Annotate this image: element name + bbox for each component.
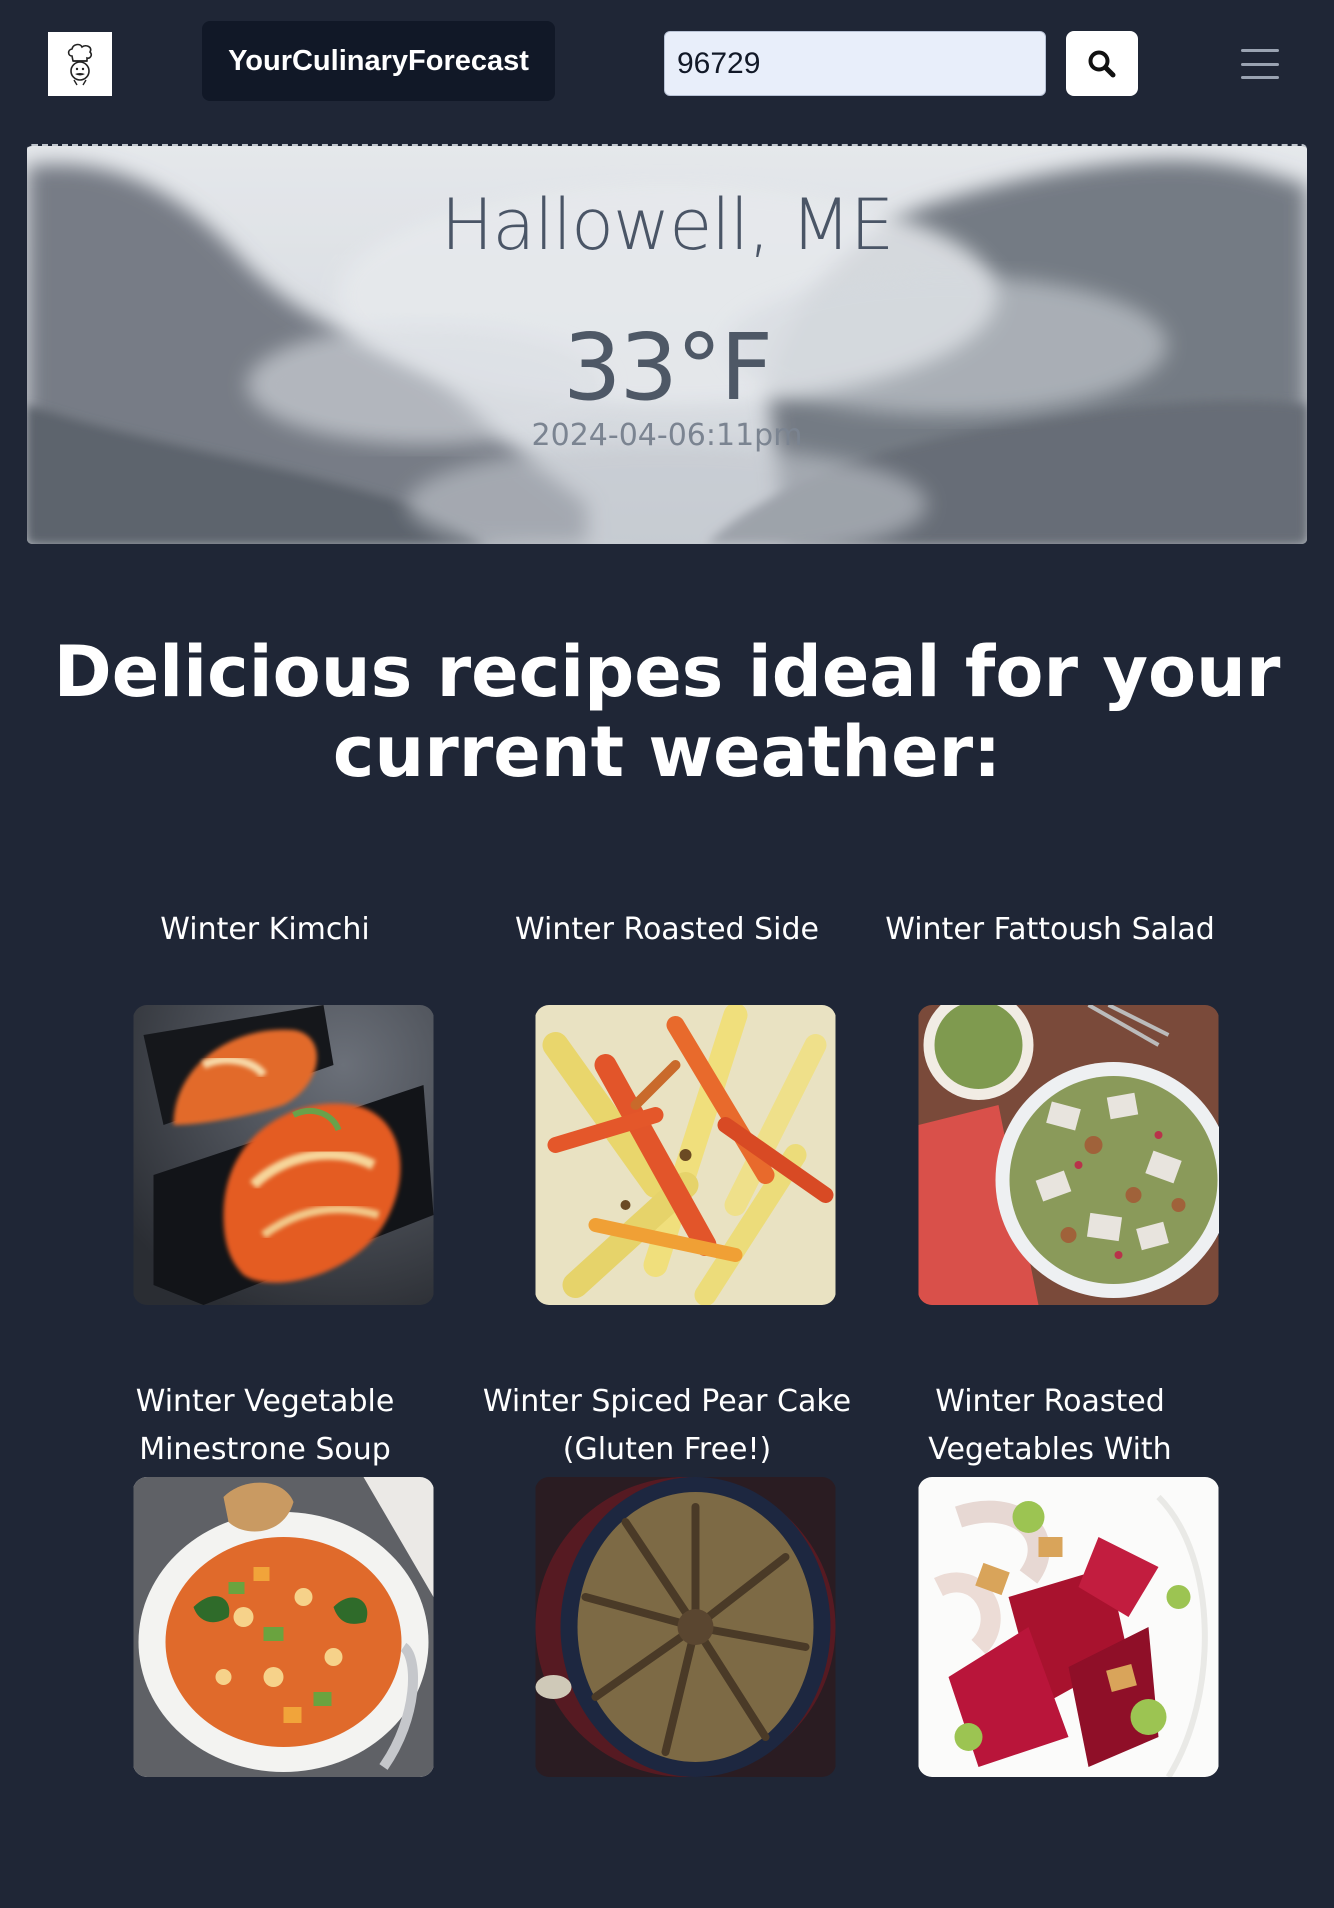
recipe-title: Winter Spiced Pear Cake (Gluten Free!): [482, 1384, 852, 1467]
city-name: Hallowell, ME: [440, 184, 895, 266]
fattoush-salad-image[interactable]: [918, 1005, 1219, 1305]
recipes-heading: Delicious recipes ideal for your current…: [53, 631, 1281, 793]
roasted-vegetables-image[interactable]: [535, 1005, 836, 1305]
hamburger-menu-icon: [1241, 49, 1279, 52]
weather-card: Hallowell, ME 33°F 2024-04-06:11pm: [27, 144, 1307, 544]
hamburger-menu-button[interactable]: [1236, 46, 1284, 82]
temperature: 33°F: [563, 314, 773, 421]
recipe-title: Winter Vegetable Minestrone Soup: [135, 1384, 395, 1467]
kimchi-image[interactable]: [133, 1005, 434, 1305]
search-button[interactable]: [1066, 31, 1138, 96]
minestrone-soup-image[interactable]: [133, 1477, 434, 1777]
recipe-title: Winter Roasted Vegetables With: [928, 1384, 1172, 1467]
weather-datetime: 2024-04-06:11pm: [531, 418, 803, 453]
recipe-title: Winter Fattoush Salad: [885, 912, 1215, 947]
recipe-title: Winter Kimchi: [160, 912, 370, 947]
chef-icon: [67, 43, 93, 86]
roasted-beets-image[interactable]: [918, 1477, 1219, 1777]
logo[interactable]: [48, 32, 112, 96]
recipe-title: Winter Roasted Side: [515, 912, 819, 947]
top-navbar: YourCulinaryForecast: [0, 0, 1334, 128]
search-icon: [1088, 50, 1116, 77]
zipcode-search-input[interactable]: [664, 31, 1046, 96]
pear-cake-image[interactable]: [535, 1477, 836, 1777]
brand-link[interactable]: YourCulinaryForecast: [202, 21, 555, 101]
